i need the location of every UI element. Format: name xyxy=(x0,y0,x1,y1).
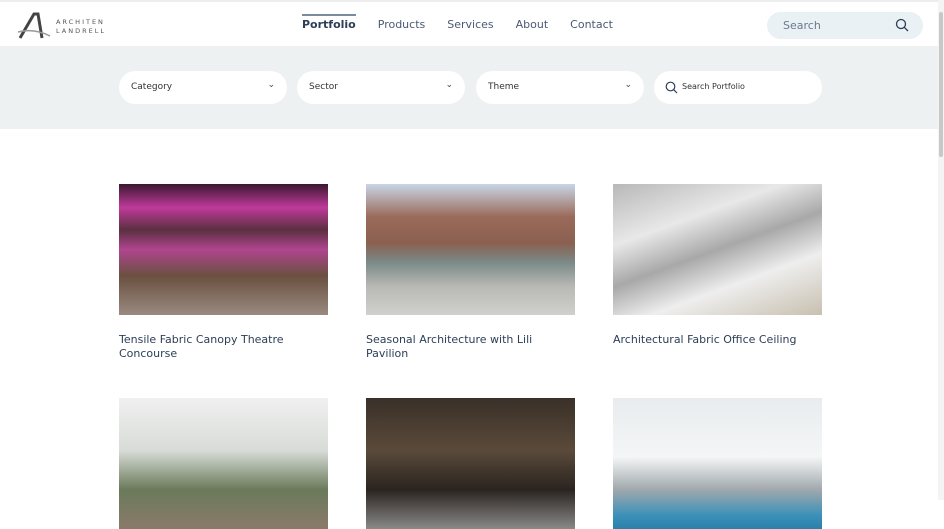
site-header: ARCHITEN LANDRELL Portfolio Products Ser… xyxy=(0,0,938,46)
chevron-down-icon: ⌄ xyxy=(445,80,453,90)
nav-services[interactable]: Services xyxy=(447,18,493,31)
scrollbar[interactable] xyxy=(938,0,944,500)
nav-portfolio[interactable]: Portfolio xyxy=(302,14,356,31)
search-placeholder: Search xyxy=(783,19,821,32)
nav-products[interactable]: Products xyxy=(378,18,426,31)
scrollbar-thumb[interactable] xyxy=(939,12,943,157)
project-card[interactable] xyxy=(613,398,822,529)
logo-icon xyxy=(17,12,51,39)
brand-logo[interactable]: ARCHITEN LANDRELL xyxy=(16,10,106,42)
main-nav: Portfolio Products Services About Contac… xyxy=(302,14,613,31)
nav-about[interactable]: About xyxy=(516,18,549,31)
category-select[interactable]: Category ⌄ xyxy=(119,71,287,104)
search-icon xyxy=(665,81,678,94)
theme-label: Theme xyxy=(488,82,520,92)
project-card[interactable]: Seasonal Architecture with Lili Pavilion xyxy=(366,184,575,361)
project-title[interactable]: Tensile Fabric Canopy Theatre Concourse xyxy=(119,333,328,361)
chevron-down-icon: ⌄ xyxy=(267,80,275,90)
project-card[interactable] xyxy=(366,398,575,529)
project-image[interactable] xyxy=(366,184,575,315)
project-image[interactable] xyxy=(119,184,328,315)
portfolio-search-placeholder: Search Portfolio xyxy=(682,82,745,91)
nav-contact[interactable]: Contact xyxy=(570,18,613,31)
portfolio-search-input[interactable]: Search Portfolio xyxy=(654,71,822,104)
category-label: Category xyxy=(131,82,173,92)
project-image[interactable] xyxy=(119,398,328,529)
project-image[interactable] xyxy=(613,184,822,315)
site-search-input[interactable]: Search xyxy=(767,12,923,39)
project-title[interactable]: Seasonal Architecture with Lili Pavilion xyxy=(366,333,575,361)
theme-select[interactable]: Theme ⌄ xyxy=(476,71,644,104)
sector-select[interactable]: Sector ⌄ xyxy=(297,71,465,104)
project-card[interactable] xyxy=(119,398,328,529)
project-title[interactable]: Architectural Fabric Office Ceiling xyxy=(613,333,822,347)
project-card[interactable]: Tensile Fabric Canopy Theatre Concourse xyxy=(119,184,328,361)
filter-bar: Category ⌄ Sector ⌄ Theme ⌄ Search Portfoli… xyxy=(0,46,938,129)
project-image[interactable] xyxy=(366,398,575,529)
project-image[interactable] xyxy=(613,398,822,529)
sector-label: Sector xyxy=(309,82,338,92)
brand-line1: ARCHITEN xyxy=(56,18,105,26)
chevron-down-icon: ⌄ xyxy=(624,80,632,90)
search-icon[interactable] xyxy=(895,18,909,32)
project-card[interactable]: Architectural Fabric Office Ceiling xyxy=(613,184,822,347)
brand-line2: LANDRELL xyxy=(56,27,106,35)
